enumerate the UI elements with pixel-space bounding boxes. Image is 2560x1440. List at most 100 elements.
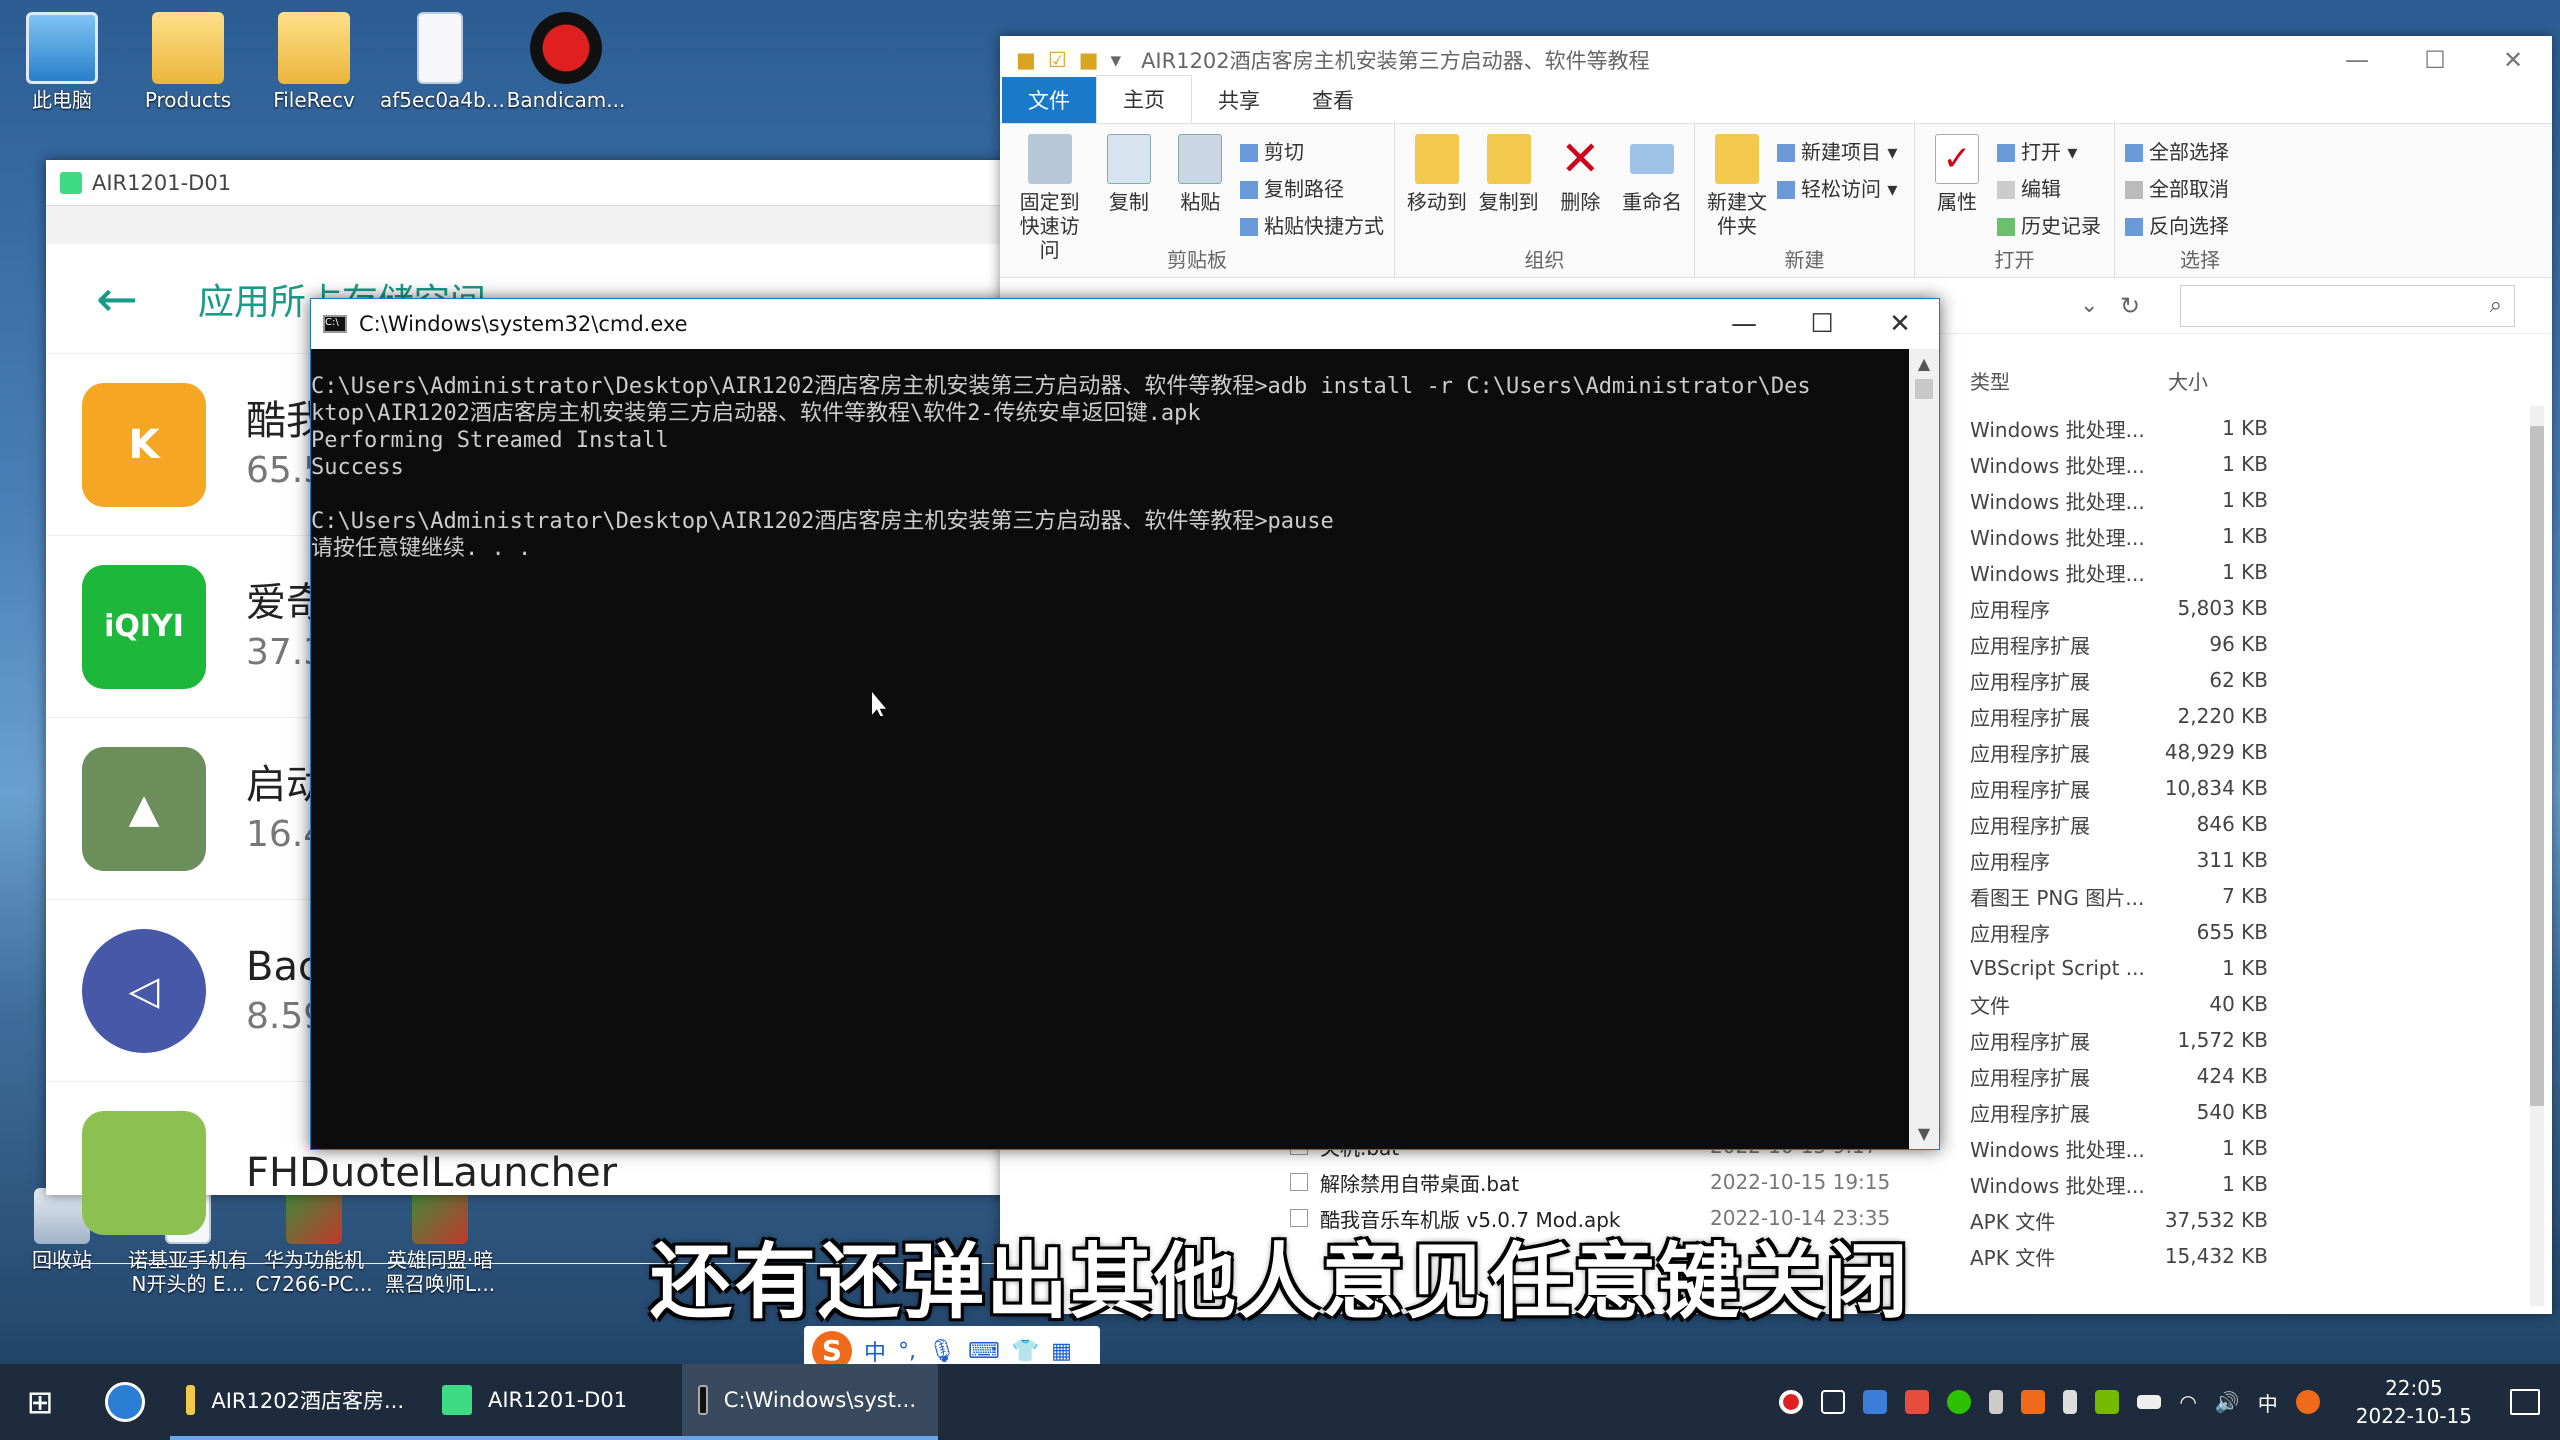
taskbar-item-android-mirror[interactable]: AIR1201-D01 [426,1364,682,1440]
clock[interactable]: 22:05 2022-10-15 [2356,1374,2472,1430]
vertical-scrollbar[interactable] [2530,406,2544,1306]
chevron-down-icon[interactable]: ⌄ [2080,293,2120,318]
maximize-button[interactable]: ☐ [2396,46,2474,74]
app-tray-icon[interactable] [2021,1390,2046,1414]
taskbar-item-cmd[interactable]: C:\Windows\syst... [682,1364,938,1440]
file-list: Windows 批处理... 1 KB Windows 批处理... 1 KB Wind… [1970,410,2530,1274]
table-row[interactable]: VBScript Script ... 1 KB [1970,950,2530,986]
grid-menu-icon[interactable]: ▦ [1051,1339,1072,1364]
table-row[interactable]: 应用程序 655 KB [1970,914,2530,950]
table-row[interactable]: 应用程序扩展 62 KB [1970,662,2530,698]
volume-icon[interactable]: 🔊 [2215,1390,2240,1414]
column-header-size[interactable]: 大小 [2168,366,2208,395]
wechat-icon[interactable] [1947,1390,1972,1414]
desktop-icon-file[interactable]: af5ec0a4b... [380,12,505,112]
nvidia-icon[interactable] [2095,1390,2120,1414]
console-output[interactable]: C:\Users\Administrator\Desktop\AIR1202酒店… [311,349,1911,562]
checkbox-icon[interactable]: ☑ [1048,48,1067,72]
table-row[interactable]: Windows 批处理... 1 KB [1970,1166,2530,1202]
scroll-down-arrow-icon[interactable]: ▼ [1909,1119,1939,1149]
browser-taskbar-icon[interactable] [80,1382,170,1422]
table-row[interactable]: 应用程序扩展 48,929 KB [1970,734,2530,770]
punctuation-icon[interactable]: °, [898,1339,916,1364]
taskbar-item-label: AIR1202酒店客房... [211,1389,404,1413]
cut-button[interactable]: 剪切 [1240,136,1384,165]
shield-icon[interactable] [1905,1390,1930,1414]
taskbar-item-explorer[interactable]: AIR1202酒店客房... [170,1364,426,1440]
table-row[interactable]: 应用程序扩展 10,834 KB [1970,770,2530,806]
input-language[interactable]: 中 [2258,1388,2278,1417]
table-row[interactable]: Windows 批处理... 1 KB [1970,1130,2530,1166]
history-button[interactable]: 历史记录 [1997,210,2101,239]
paste-shortcut-button[interactable]: 粘贴快捷方式 [1240,210,1384,239]
scrollbar-thumb[interactable] [2530,426,2544,1106]
table-row[interactable]: APK 文件 37,532 KB [1970,1202,2530,1238]
chevron-down-icon[interactable]: ▾ [1111,48,1122,72]
table-row[interactable]: Windows 批处理... 1 KB [1970,518,2530,554]
open-button[interactable]: 打开 ▾ [1997,136,2101,165]
easy-access-button[interactable]: 轻松访问 ▾ [1777,173,1897,202]
vertical-scrollbar[interactable]: ▲ ▼ [1909,349,1939,1149]
tab-view[interactable]: 查看 [1286,77,1380,123]
file-size: 1 KB [2222,452,2268,476]
column-header-type[interactable]: 类型 [1970,366,2168,395]
tab-share[interactable]: 共享 [1192,77,1286,123]
table-row[interactable]: 解除禁用自带桌面.bat 2022-10-15 19:15 [1290,1164,1910,1200]
tab-home[interactable]: 主页 [1096,75,1192,123]
table-row[interactable]: APK 文件 15,432 KB [1970,1238,2530,1274]
table-row[interactable]: Windows 批处理... 1 KB [1970,446,2530,482]
copy-path-button[interactable]: 复制路径 [1240,173,1384,202]
back-arrow-icon[interactable]: ← [96,270,138,328]
scroll-up-arrow-icon[interactable]: ▲ [1909,349,1939,379]
refresh-icon[interactable]: ↻ [2120,292,2170,320]
desktop-icon-filerecv[interactable]: FileRecv [254,12,374,112]
close-button[interactable]: ✕ [2474,46,2552,74]
table-row[interactable]: 应用程序扩展 540 KB [1970,1094,2530,1130]
select-none-button[interactable]: 全部取消 [2125,173,2229,202]
window-titlebar[interactable]: AIR1201-D01 [46,160,1036,206]
ime-language[interactable]: 中 [864,1335,886,1367]
table-row[interactable]: Windows 批处理... 1 KB [1970,482,2530,518]
window-titlebar[interactable]: C:\ C:\Windows\system32\cmd.exe — ☐ ✕ [311,299,1939,349]
wifi-icon[interactable]: ◠ [2179,1390,2196,1414]
windows-start-icon[interactable]: ⊞ [0,1383,80,1421]
table-row[interactable]: 应用程序 311 KB [1970,842,2530,878]
table-row[interactable]: 文件 40 KB [1970,986,2530,1022]
window-icon[interactable] [1821,1390,1846,1414]
maximize-button[interactable]: ☐ [1783,309,1861,339]
tab-file[interactable]: 文件 [1002,77,1096,123]
search-input[interactable]: ⌕ [2180,284,2515,327]
file-size: 10,834 KB [2164,776,2268,800]
table-row[interactable]: 应用程序扩展 96 KB [1970,626,2530,662]
table-row[interactable]: 应用程序扩展 846 KB [1970,806,2530,842]
table-row[interactable]: Windows 批处理... 1 KB [1970,410,2530,446]
table-row[interactable]: Windows 批处理... 1 KB [1970,554,2530,590]
record-icon[interactable] [1779,1390,1804,1414]
scrollbar-thumb[interactable] [1915,379,1933,399]
select-all-button[interactable]: 全部选择 [2125,136,2229,165]
app-tray-icon[interactable] [1863,1390,1888,1414]
desktop-icon-bandicam[interactable]: Bandicam... [506,12,626,112]
edit-button[interactable]: 编辑 [1997,173,2101,202]
invert-selection-button[interactable]: 反向选择 [2125,210,2229,239]
desktop-icon-this-pc[interactable]: 此电脑 [2,12,122,112]
battery-icon[interactable] [2137,1395,2162,1409]
usb-icon[interactable] [1989,1390,2004,1414]
desktop-icon-products[interactable]: Products [128,12,248,112]
minimize-button[interactable]: — [1705,309,1783,339]
microphone-icon[interactable]: 🎙 [928,1339,956,1364]
new-item-button[interactable]: 新建项目 ▾ [1777,136,1897,165]
keyboard-icon[interactable]: ⌨ [968,1339,1000,1364]
skin-icon[interactable]: 👕 [1012,1339,1039,1364]
table-row[interactable]: 应用程序扩展 2,220 KB [1970,698,2530,734]
table-row[interactable]: 应用程序扩展 1,572 KB [1970,1022,2530,1058]
table-row[interactable]: 应用程序扩展 424 KB [1970,1058,2530,1094]
table-row[interactable]: 看图王 PNG 图片... 7 KB [1970,878,2530,914]
notification-icon[interactable] [2510,1389,2540,1415]
quick-access-toolbar[interactable]: ■ ☑ ■ ▾ [1016,48,1121,72]
minimize-button[interactable]: — [2318,46,2396,74]
microphone-icon[interactable] [2063,1390,2078,1414]
table-row[interactable]: 应用程序 5,803 KB [1970,590,2530,626]
sogou-icon[interactable] [2295,1390,2320,1414]
close-button[interactable]: ✕ [1861,309,1939,339]
